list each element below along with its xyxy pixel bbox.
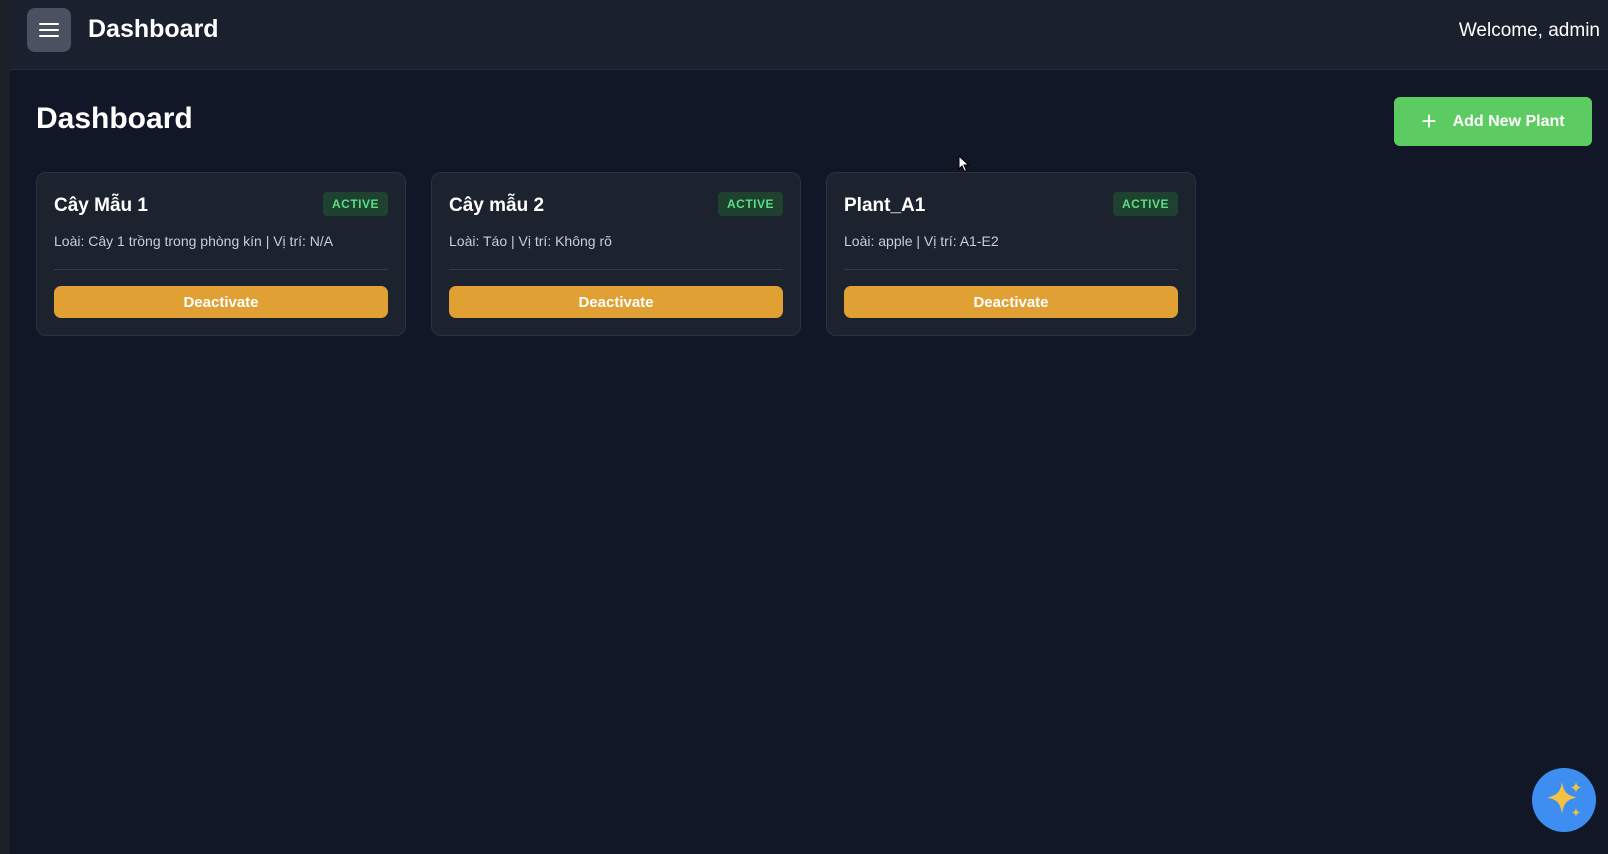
plant-details: Loài: Cây 1 trồng trong phòng kín | Vị t… <box>54 233 334 249</box>
menu-toggle-button[interactable] <box>27 8 71 52</box>
plant-name: Plant_A1 <box>844 195 926 216</box>
plant-card: Cây Mẫu 1 ACTIVE Loài: Cây 1 trồng trong… <box>36 172 406 336</box>
header-title: Dashboard <box>88 15 219 43</box>
status-badge: ACTIVE <box>322 192 388 216</box>
page-title: Dashboard <box>36 102 193 135</box>
plant-card: Plant_A1 ACTIVE Loài: apple | Vị trí: A1… <box>826 172 1196 336</box>
plus-icon: + <box>1421 105 1437 136</box>
plant-card: Cây mẫu 2 ACTIVE Loài: Táo | Vị trí: Khô… <box>431 172 801 336</box>
welcome-message: Welcome, admin <box>1458 20 1600 41</box>
deactivate-button[interactable]: Deactivate <box>449 286 783 318</box>
add-new-plant-button[interactable]: + Add New Plant <box>1394 97 1592 146</box>
ai-assistant-button[interactable] <box>1532 768 1596 832</box>
plant-details: Loài: apple | Vị trí: A1-E2 <box>844 233 999 249</box>
mouse-cursor-icon <box>958 154 970 178</box>
top-navigation-bar: Dashboard Welcome, admin <box>10 0 1608 70</box>
deactivate-button[interactable]: Deactivate <box>54 286 388 318</box>
plant-name: Cây mẫu 2 <box>449 195 545 216</box>
left-edge-strip <box>0 0 10 854</box>
status-badge: ACTIVE <box>717 192 783 216</box>
hamburger-menu-icon <box>39 23 59 37</box>
deactivate-button[interactable]: Deactivate <box>844 286 1178 318</box>
card-divider <box>449 269 783 270</box>
plant-details: Loài: Táo | Vị trí: Không rõ <box>449 233 612 249</box>
sparkle-icon <box>1547 782 1582 817</box>
add-new-plant-label: Add New Plant <box>1452 112 1565 130</box>
card-divider <box>54 269 388 270</box>
plant-name: Cây Mẫu 1 <box>54 195 148 216</box>
card-divider <box>844 269 1178 270</box>
status-badge: ACTIVE <box>1112 192 1178 216</box>
